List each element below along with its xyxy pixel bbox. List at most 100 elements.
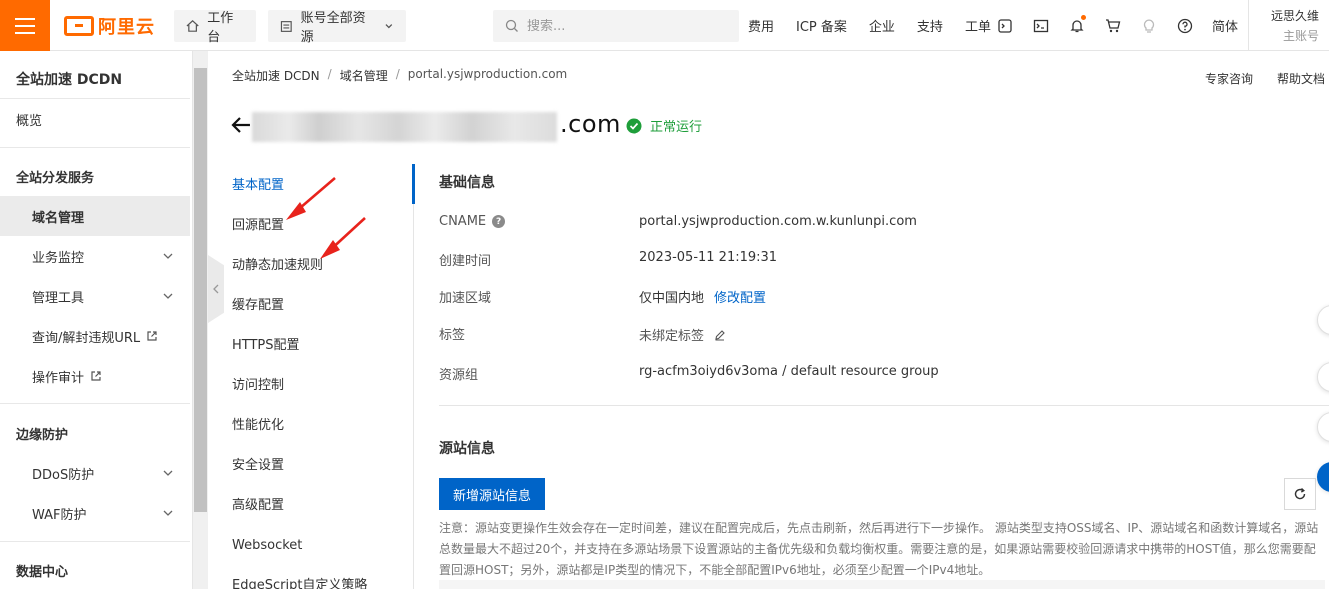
sidebar-item-label: DDoS防护: [32, 467, 95, 483]
user-account[interactable]: 远思久维 主账号: [1248, 0, 1329, 51]
aliyun-logo-mark: [64, 16, 94, 36]
language-switch[interactable]: 简体: [1212, 16, 1238, 35]
cname-label: CNAME ?: [439, 214, 506, 229]
sidebar-item-label: 域名管理: [32, 210, 85, 226]
chevron-down-icon: [163, 510, 173, 516]
nav-enterprise[interactable]: 企业: [869, 16, 895, 35]
region-text: 仅中国内地: [639, 291, 705, 306]
bell-icon[interactable]: [1068, 14, 1086, 35]
origin-change-note: 注意：源站变更操作生效会存在一定时间差，建议在配置完成后，先点击刷新，然后再进行…: [439, 521, 1319, 577]
nav-billing[interactable]: 费用: [748, 16, 774, 35]
status-text: 正常运行: [650, 120, 703, 135]
chevron-down-icon: [163, 253, 173, 259]
sidebar-item-label: 操作审计: [32, 370, 85, 386]
sidebar-item-ddos[interactable]: DDoS防护: [0, 453, 190, 493]
search-input[interactable]: [527, 18, 727, 34]
subnav-websocket[interactable]: Websocket: [232, 534, 412, 558]
sidebar-scrollbar-thumb[interactable]: [194, 68, 207, 512]
help-docs-link[interactable]: 帮助文档: [1277, 70, 1325, 87]
global-search[interactable]: [493, 10, 739, 42]
tag-value: 未绑定标签: [639, 325, 726, 344]
question-mark-icon[interactable]: ?: [492, 215, 506, 228]
sidebar-item-label: 概览: [16, 113, 43, 129]
resource-scope-dropdown[interactable]: 账号全部资源: [268, 10, 406, 45]
resource-group-value: rg-acfm3oiyd6v3oma / default resource gr…: [639, 364, 939, 379]
sidebar-group-label: 数据中心: [16, 564, 69, 580]
external-link-icon: [147, 331, 157, 341]
subnav-https-config[interactable]: HTTPS配置: [232, 334, 412, 358]
top-nav-links: 费用 ICP 备案 企业 支持 工单: [748, 0, 991, 51]
sidebar-item-business-monitoring[interactable]: 业务监控: [0, 236, 190, 276]
sidebar-item-query-url[interactable]: 查询/解封违规URL: [0, 316, 190, 356]
edit-pencil-icon[interactable]: [714, 329, 726, 341]
help-icon[interactable]: [1176, 17, 1194, 35]
sidebar-divider: [0, 541, 190, 542]
top-nav-icons: 简体: [996, 0, 1238, 51]
user-name: 远思久维: [1270, 9, 1319, 23]
sidebar-item-management-tools[interactable]: 管理工具: [0, 276, 190, 316]
subnav-security[interactable]: 安全设置: [232, 454, 412, 478]
section-divider: [439, 405, 1329, 406]
sidebar-item-domain-management[interactable]: 域名管理: [0, 196, 190, 236]
nav-support[interactable]: 支持: [917, 16, 943, 35]
back-arrow-icon[interactable]: [230, 114, 252, 136]
created-time-label: 创建时间: [439, 254, 492, 269]
subnav-basic-config[interactable]: 基本配置: [232, 174, 412, 198]
subnav-active-indicator: [412, 164, 415, 204]
float-chat-button[interactable]: [1317, 462, 1329, 492]
chevron-down-icon: [163, 470, 173, 476]
basic-info-title: 基础信息: [439, 175, 495, 191]
cloud-shell-icon[interactable]: [996, 17, 1014, 35]
subnav-cache-config[interactable]: 缓存配置: [232, 294, 412, 318]
subnav-performance[interactable]: 性能优化: [232, 414, 412, 438]
breadcrumb-current: portal.ysjwproduction.com: [407, 67, 568, 81]
sidebar-group-edge: 边缘防护: [0, 413, 190, 453]
float-action-button[interactable]: [1317, 362, 1329, 392]
nav-ticket[interactable]: 工单: [965, 16, 991, 35]
subnav-advanced[interactable]: 高级配置: [232, 494, 412, 518]
float-action-button[interactable]: [1317, 305, 1329, 335]
user-account-type: 主账号: [1282, 29, 1319, 43]
sidebar-group-label: 边缘防护: [16, 427, 69, 443]
page-title: .com: [560, 110, 621, 138]
menu-icon[interactable]: [0, 0, 50, 51]
status-badge: 正常运行: [626, 116, 702, 135]
notification-dot: [1081, 14, 1086, 20]
sidebar-divider: [0, 403, 190, 404]
expert-consult-link[interactable]: 专家咨询: [1205, 70, 1253, 87]
sidebar-item-label: WAF防护: [32, 507, 87, 523]
breadcrumb-root[interactable]: 全站加速 DCDN: [232, 67, 320, 84]
sidebar-item-waf[interactable]: WAF防护: [0, 493, 190, 533]
refresh-icon: [1294, 487, 1306, 500]
chevron-down-icon: [163, 293, 173, 299]
sidebar-item-audit[interactable]: 操作审计: [0, 356, 190, 396]
sidebar-group-label: 全站分发服务: [16, 170, 95, 186]
resource-group-label: 资源组: [439, 368, 479, 383]
sidebar-item-label: 业务监控: [32, 250, 85, 266]
external-link-icon: [91, 371, 101, 381]
top-navigation-bar: 阿里云 工作台 账号全部资源 费用 ICP 备案 企业 支持 工单 简体 远思久…: [0, 0, 1329, 51]
subnav-origin-config[interactable]: 回源配置: [232, 214, 412, 238]
lightbulb-icon[interactable]: [1140, 17, 1158, 35]
float-action-button[interactable]: [1317, 412, 1329, 442]
nav-icp[interactable]: ICP 备案: [796, 16, 847, 35]
terminal-icon[interactable]: [1032, 17, 1050, 35]
sidebar-item-overview[interactable]: 概览: [0, 99, 190, 139]
add-origin-button[interactable]: 新增源站信息: [439, 478, 545, 510]
home-icon: [186, 19, 199, 32]
refresh-button[interactable]: [1284, 478, 1316, 510]
breadcrumb-domain-management[interactable]: 域名管理: [340, 67, 388, 84]
check-circle-icon: [626, 118, 642, 133]
aliyun-logo[interactable]: 阿里云: [64, 14, 155, 38]
subnav-edgescript[interactable]: EdgeScript自定义策略: [232, 574, 412, 589]
sidebar-group-distribution: 全站分发服务: [0, 156, 190, 196]
workbench-button[interactable]: 工作台: [174, 10, 256, 45]
subnav-access-control[interactable]: 访问控制: [232, 374, 412, 398]
subnav-acceleration-rules[interactable]: 动静态加速规则: [232, 254, 412, 278]
acceleration-region-value: 仅中国内地 修改配置: [639, 287, 766, 306]
product-sidebar: 全站加速 DCDN 概览 全站分发服务 域名管理 业务监控 管理工具 查询/解封…: [0, 51, 193, 589]
resource-scope-label: 账号全部资源: [300, 11, 366, 45]
modify-region-link[interactable]: 修改配置: [714, 287, 766, 306]
aliyun-logo-text: 阿里云: [98, 17, 155, 38]
cart-icon[interactable]: [1104, 17, 1122, 35]
